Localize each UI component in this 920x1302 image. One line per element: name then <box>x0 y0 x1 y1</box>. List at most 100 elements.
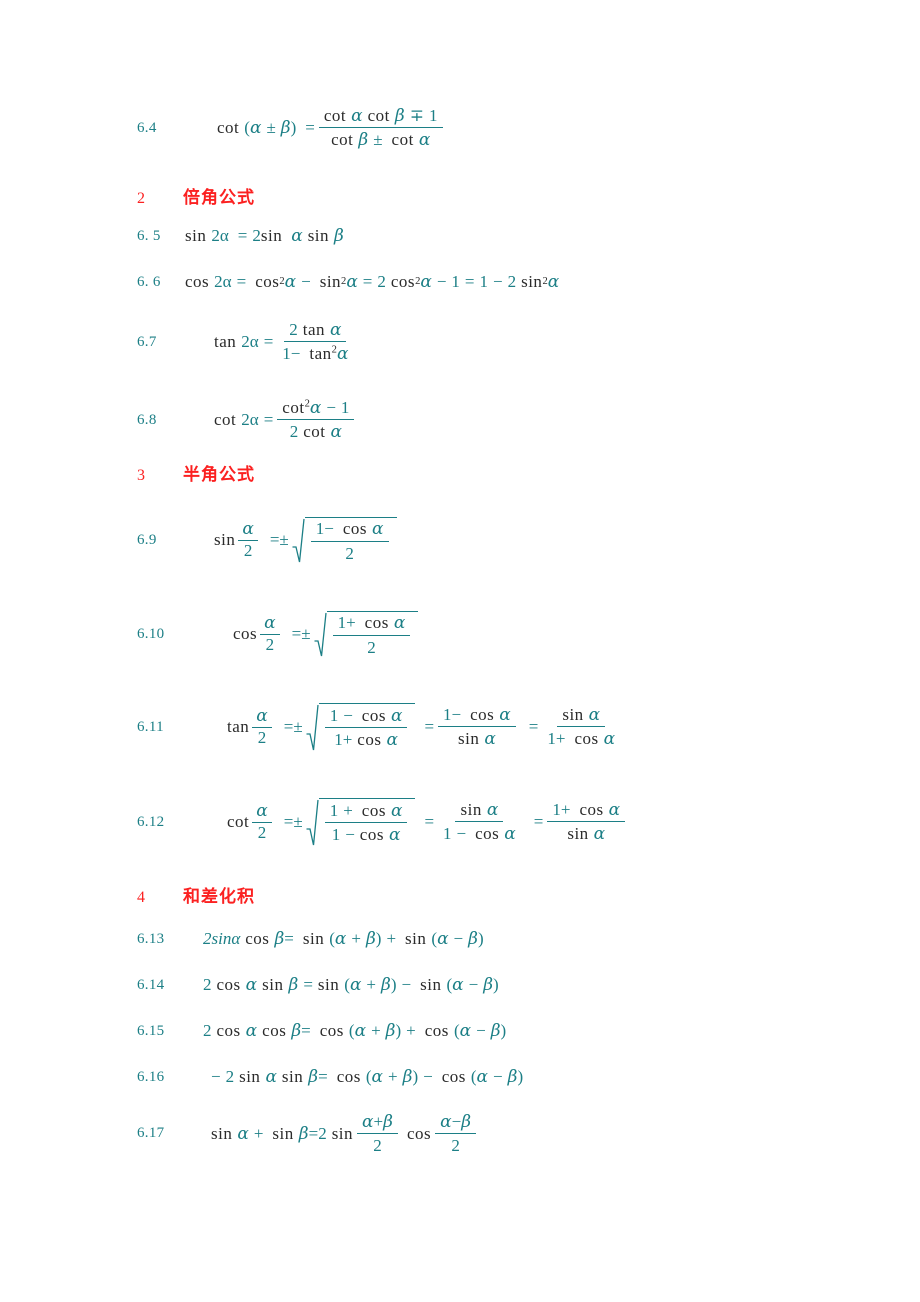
alpha-symbol: α <box>334 929 347 949</box>
fraction-denominator: 1+ cos α <box>329 728 403 750</box>
alpha-symbol: α <box>486 799 499 820</box>
cos-function: cos <box>359 825 384 844</box>
cos-function: cos <box>390 272 416 291</box>
number-two: 2 <box>265 634 275 654</box>
alpha-symbol: α <box>349 975 362 995</box>
alpha-symbol: α <box>476 1067 489 1087</box>
paren-close: ) <box>500 1021 507 1040</box>
alpha-symbol: α <box>309 398 322 418</box>
formula-number: 6.12 <box>137 813 165 830</box>
formula-row-6-6: 6. 6 cos 2α = cos 2 α − sin 2 α = 2 cos 2 α −1 = 1−2 sin 2 α <box>137 272 559 292</box>
section-heading-2: 2 倍角公式 <box>137 183 255 208</box>
number-one: 1 <box>451 272 460 291</box>
formula-number: 6.11 <box>137 718 164 735</box>
sin-function: sin <box>460 799 482 819</box>
cos-function: cos <box>336 1067 361 1086</box>
minus-plus-operator: ∓ <box>409 106 424 125</box>
alpha-symbol: α <box>237 1123 249 1144</box>
tan-function: tan <box>214 332 237 352</box>
formula-number: 6.13 <box>137 930 165 947</box>
section-title: 半角公式 <box>183 465 255 485</box>
cot-function: cot <box>323 106 347 125</box>
formula-row-6-8: 6.8 cot 2α = cot2α −1 2 cot α <box>137 398 358 442</box>
number-one: 1 <box>329 705 339 725</box>
tan-function: tan <box>302 320 325 339</box>
fraction-denominator: sin α <box>562 822 610 844</box>
minus-operator: − <box>436 272 447 291</box>
fraction-numerator: 1− cos α <box>438 705 516 727</box>
formula-number: 6.15 <box>137 1022 165 1039</box>
square-root: 1− cos α 2 <box>292 517 397 563</box>
equals-sign: = <box>284 929 294 948</box>
plus-operator: + <box>406 1021 416 1040</box>
alpha-symbol: α <box>608 799 621 820</box>
paren-close: ) <box>390 975 397 994</box>
alpha-symbol: α <box>260 614 280 635</box>
formula-body: sin α 2 =± 1− cos α 2 <box>214 517 397 563</box>
fraction-denominator: 1+ cos α <box>542 727 620 749</box>
cos-function: cos <box>342 519 368 539</box>
sin-function: sin <box>567 824 589 843</box>
minus-operator: − <box>456 824 467 843</box>
sin-function: sin <box>272 1123 294 1143</box>
equals-sign: = <box>301 1021 311 1040</box>
fraction: 2 tan α 1− tan2α <box>277 320 353 364</box>
sin-function: sin <box>302 929 325 948</box>
cos-function: cos <box>579 799 604 819</box>
alpha-symbol: α <box>420 272 432 292</box>
plus-operator: + <box>253 1123 264 1143</box>
cos-function: cos <box>245 929 270 948</box>
fraction: sin α 1+ cos α <box>542 705 620 749</box>
formula-number: 6.14 <box>137 976 165 993</box>
plus-operator: + <box>366 975 377 994</box>
sin-function: sin <box>281 1067 304 1086</box>
minus-operator: − <box>290 344 301 364</box>
beta-symbol: β <box>288 975 299 995</box>
alpha-symbol: α <box>372 519 384 540</box>
alpha-symbol: α <box>390 800 403 821</box>
alpha-symbol: α <box>354 1021 367 1041</box>
fraction-numerator: 1+ cosα <box>324 800 408 823</box>
beta-symbol: β <box>385 1021 396 1041</box>
formula-number: 6. 6 <box>137 273 161 290</box>
fraction-denominator: 2 <box>340 542 359 563</box>
number-one: 1 <box>429 106 438 125</box>
minus-operator: − <box>451 1112 462 1131</box>
cot-function: cot <box>214 410 237 430</box>
fraction-denominator: 2 <box>446 1134 465 1155</box>
alpha-symbol: α <box>252 707 272 728</box>
beta-symbol: β <box>358 130 369 151</box>
cot-function: cot <box>367 106 390 125</box>
alpha-symbol: α <box>388 825 401 845</box>
plus-minus-operator: ± <box>266 118 276 138</box>
two-sin-alpha: 2sinα <box>203 929 241 948</box>
formula-body: cot 2α = cot2α −1 2 cot α <box>214 398 358 442</box>
alpha-symbol: α <box>245 1021 258 1041</box>
plus-operator: + <box>346 613 356 633</box>
equals-sign: = <box>362 272 373 291</box>
alpha-over-two: α 2 <box>252 707 272 747</box>
alpha-symbol: α <box>499 704 511 725</box>
number-one: 1 <box>329 800 339 820</box>
fraction-numerator: 1+ cosα <box>547 799 626 822</box>
paren-close: ) <box>412 1067 419 1086</box>
paren-close: ) <box>290 118 297 138</box>
section-title: 倍角公式 <box>183 188 255 208</box>
sin-function: sin <box>420 975 442 994</box>
sin-function: sin <box>262 975 284 994</box>
equals-sign: = <box>237 226 248 245</box>
equals-sign: = <box>263 410 274 430</box>
alpha-symbol: α <box>418 130 431 151</box>
cos-function: cos <box>470 704 495 724</box>
minus-operator: − <box>343 705 353 725</box>
equals-plus-minus: =± <box>283 717 303 736</box>
fraction-numerator: sin α <box>557 705 606 727</box>
square-root: 1 + cos α 1− cos α <box>306 798 416 846</box>
alpha-symbol: α <box>459 1021 472 1041</box>
formula-row-6-13: 6.13 2sinα cos β = sin(α + β) + sin(α − β) <box>137 929 484 949</box>
alpha-symbol: α <box>386 730 398 750</box>
formula-row-6-10: 6.10 cos α 2 =± 1+ cos α 2 <box>137 611 419 657</box>
formula-row-6-15: 6.15 2 cos α cos β = cos(α + β) + cos(α − β) <box>137 1021 506 1041</box>
alpha-symbol: α <box>547 272 560 292</box>
equals-sign: = <box>464 272 475 291</box>
